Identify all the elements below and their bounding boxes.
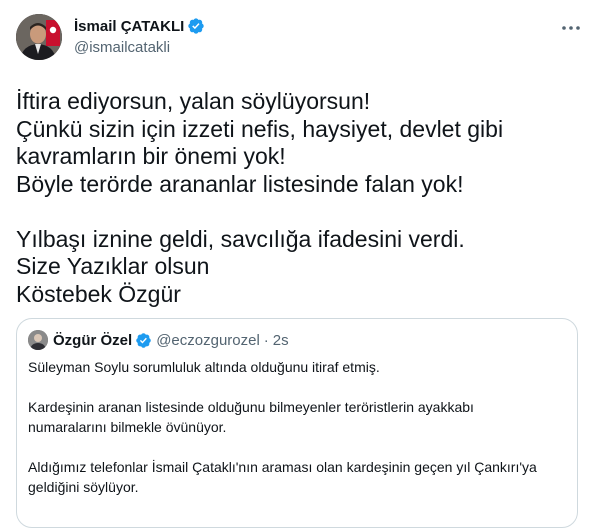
- quoted-line: geldiğini söylüyor.: [28, 479, 139, 495]
- more-options-icon[interactable]: [560, 18, 582, 38]
- quoted-blank-line: [28, 377, 563, 397]
- quoted-line: Aldığımız telefonlar İsmail Çataklı'nın …: [28, 459, 537, 475]
- quoted-line: Kardeşinin aranan listesinde olduğunu bi…: [28, 399, 474, 415]
- quoted-line: numaralarını bilmekle övünüyor.: [28, 419, 227, 435]
- quoted-tweet-header: Özgür Özel @eczozgurozel · 2s: [28, 330, 289, 350]
- author-avatar[interactable]: [16, 14, 62, 60]
- quoted-author-name[interactable]: Özgür Özel: [53, 332, 132, 349]
- verified-badge-icon: [136, 332, 151, 348]
- tweet-line: Çünkü sizin için izzeti nefis, haysiyet,…: [16, 115, 504, 142]
- quoted-author-handle[interactable]: @eczozgurozel: [156, 332, 260, 349]
- tweet-text: İftira ediyorsun, yalan söylüyorsun! Çün…: [16, 88, 576, 308]
- tweet-line: İftira ediyorsun, yalan söylüyorsun!: [16, 88, 371, 114]
- quoted-blank-line: [28, 437, 563, 457]
- tweet-line: Size Yazıklar olsun: [16, 253, 210, 279]
- header-separator: ·: [263, 331, 269, 349]
- quoted-line: Süleyman Soylu sorumluluk altında olduğu…: [28, 359, 380, 375]
- author-handle[interactable]: @ismailcatakli: [74, 39, 170, 56]
- author-name-row: İsmail ÇATAKLI: [74, 17, 205, 35]
- tweet-line: Böyle terörde arananlar listesinde falan…: [16, 170, 464, 197]
- tweet: İsmail ÇATAKLI @ismailcatakli İftira edi…: [0, 0, 591, 528]
- quoted-tweet-text: Süleyman Soylu sorumluluk altında olduğu…: [28, 357, 563, 497]
- quoted-author-avatar[interactable]: [28, 330, 48, 350]
- tweet-line: kavramların bir önemi yok!: [16, 143, 286, 169]
- verified-badge-icon: [188, 18, 204, 34]
- tweet-line: Yılbaşı iznine geldi, savcılığa ifadesin…: [16, 225, 465, 252]
- tweet-line: Köstebek Özgür: [16, 280, 181, 307]
- quoted-timestamp[interactable]: 2s: [273, 332, 289, 349]
- author-display-name[interactable]: İsmail ÇATAKLI: [74, 18, 184, 35]
- quoted-tweet-card[interactable]: Özgür Özel @eczozgurozel · 2s Süleyman S…: [16, 318, 578, 528]
